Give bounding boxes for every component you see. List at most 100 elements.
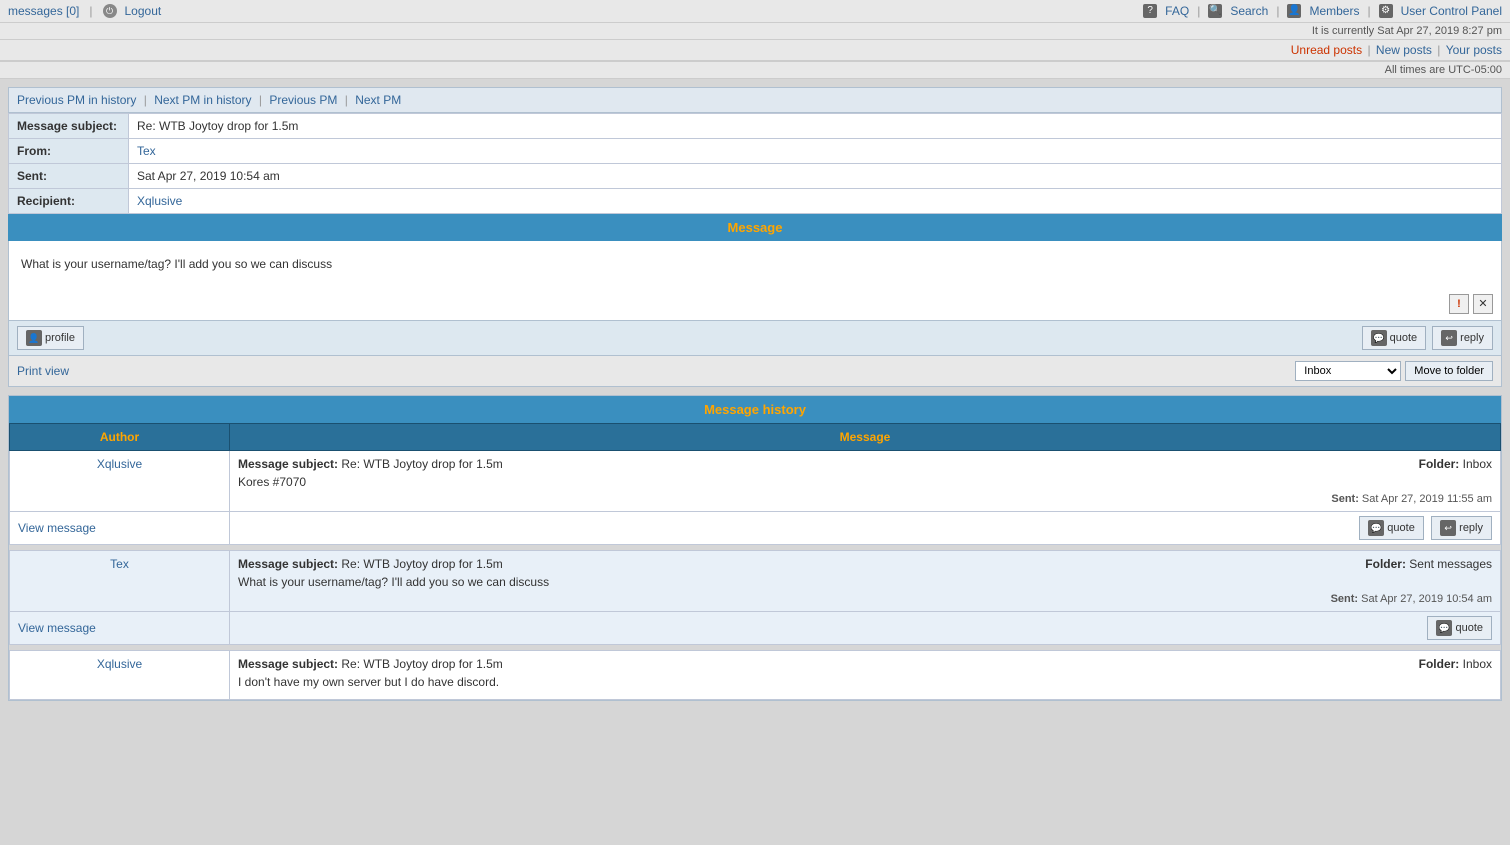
history-msg-body-3: I don't have my own server but I do have…	[238, 675, 1492, 689]
history-msg-subject-3: Message subject: Re: WTB Joytoy drop for…	[238, 657, 1492, 671]
history-action-row-1: View message 💬 quote ↩ reply	[10, 512, 1501, 545]
faq-link[interactable]: FAQ	[1165, 4, 1189, 18]
prev-pm-history-link[interactable]: Previous PM in history	[17, 93, 136, 107]
from-value: Tex	[129, 139, 1502, 164]
col-author-header: Author	[10, 424, 230, 451]
history-view-author-1: View message	[10, 512, 230, 545]
view-message-link-1[interactable]: View message	[18, 521, 96, 535]
recipient-row: Recipient: Xqlusive	[9, 189, 1502, 214]
quote-btn-label: quote	[1390, 332, 1418, 344]
logout-icon: ⏻	[103, 4, 117, 18]
history-msg-2: Message subject: Re: WTB Joytoy drop for…	[230, 551, 1501, 612]
main-content: Previous PM in history | Next PM in hist…	[0, 79, 1510, 709]
history-action-msg-2: 💬 quote	[230, 612, 1501, 645]
sent-row: Sent: Sat Apr 27, 2019 10:54 am	[9, 164, 1502, 189]
from-row: From: Tex	[9, 139, 1502, 164]
history-msg-subject-1: Message subject: Re: WTB Joytoy drop for…	[238, 457, 1492, 471]
history-quote-label-1: quote	[1387, 522, 1415, 534]
message-section-header: Message	[8, 214, 1502, 241]
subject-row: Message subject: Re: WTB Joytoy drop for…	[9, 114, 1502, 139]
history-row-2: Tex Message subject: Re: WTB Joytoy drop…	[10, 551, 1501, 612]
next-pm-link[interactable]: Next PM	[355, 93, 401, 107]
top-bar-right: ? FAQ | 🔍 Search | 👤 Members | ⚙ User Co…	[1143, 4, 1502, 18]
history-tbody: Xqlusive Message subject: Re: WTB Joytoy…	[10, 451, 1501, 700]
unread-posts-link[interactable]: Unread posts	[1291, 43, 1362, 57]
report-icon[interactable]: !	[1449, 294, 1469, 314]
subject-value: Re: WTB Joytoy drop for 1.5m	[129, 114, 1502, 139]
history-author-1: Xqlusive	[10, 451, 230, 512]
new-posts-link[interactable]: New posts	[1376, 43, 1432, 57]
from-label: From:	[9, 139, 129, 164]
sep3: |	[1367, 4, 1370, 18]
messages-link[interactable]: messages [0]	[8, 4, 79, 18]
search-link[interactable]: Search	[1230, 4, 1268, 18]
members-link[interactable]: Members	[1309, 4, 1359, 18]
delete-icon[interactable]: ✕	[1473, 294, 1493, 314]
profile-button[interactable]: 👤 profile	[17, 326, 84, 350]
logout-link[interactable]: Logout	[125, 4, 162, 18]
sent-label: Sent:	[9, 164, 129, 189]
history-quote-label-2: quote	[1455, 622, 1483, 634]
history-section-title: Message history	[704, 402, 806, 417]
quote-button[interactable]: 💬 quote	[1362, 326, 1427, 350]
history-msg-body-2: What is your username/tag? I'll add you …	[238, 575, 1492, 589]
history-author-2: Tex	[10, 551, 230, 612]
sep2: |	[1276, 4, 1279, 18]
message-body: What is your username/tag? I'll add you …	[8, 241, 1502, 321]
history-reply-btn-1[interactable]: ↩ reply	[1431, 516, 1492, 540]
datetime-bar: It is currently Sat Apr 27, 2019 8:27 pm	[0, 23, 1510, 40]
history-msg-sent-2: Sent: Sat Apr 27, 2019 10:54 am	[238, 593, 1492, 605]
history-view-author-2: View message	[10, 612, 230, 645]
pm-nav-sep2: |	[259, 93, 262, 107]
history-section-header: Message history	[9, 396, 1501, 423]
history-row-1: Xqlusive Message subject: Re: WTB Joytoy…	[10, 451, 1501, 512]
history-quote-icon-2: 💬	[1436, 620, 1452, 636]
message-history-section: Message history Author Message Xqlusive	[8, 395, 1502, 701]
from-user-link[interactable]: Tex	[137, 144, 156, 158]
prev-pm-link[interactable]: Previous PM	[269, 93, 337, 107]
sep5: |	[1437, 43, 1443, 57]
history-row-3: Xqlusive Message subject: Re: WTB Joytoy…	[10, 651, 1501, 700]
history-author-3: Xqlusive	[10, 651, 230, 700]
print-view-link[interactable]: Print view	[17, 364, 69, 378]
subject-label: Message subject:	[9, 114, 129, 139]
folder-select[interactable]: Inbox Sent messages Outbox	[1295, 361, 1401, 381]
history-action-msg-1: 💬 quote ↩ reply	[230, 512, 1501, 545]
history-scroll-area[interactable]: Author Message Xqlusive Message subject:…	[9, 423, 1501, 700]
your-posts-link[interactable]: Your posts	[1446, 43, 1502, 57]
reply-button[interactable]: ↩ reply	[1432, 326, 1493, 350]
search-icon: 🔍	[1208, 4, 1222, 18]
message-body-text: What is your username/tag? I'll add you …	[21, 257, 1489, 271]
next-pm-history-link[interactable]: Next PM in history	[154, 93, 251, 107]
history-quote-btn-1[interactable]: 💬 quote	[1359, 516, 1424, 540]
pm-nav: Previous PM in history | Next PM in hist…	[8, 87, 1502, 113]
history-quote-icon-1: 💬	[1368, 520, 1384, 536]
history-author-link-3[interactable]: Xqlusive	[97, 657, 142, 671]
history-msg-sent-1: Sent: Sat Apr 27, 2019 11:55 am	[238, 493, 1492, 505]
profile-btn-label: profile	[45, 332, 75, 344]
recipient-value: Xqlusive	[129, 189, 1502, 214]
history-author-link-1[interactable]: Xqlusive	[97, 457, 142, 471]
recipient-user-link[interactable]: Xqlusive	[137, 194, 182, 208]
history-col-header-row: Author Message	[10, 424, 1501, 451]
move-to-folder-button[interactable]: Move to folder	[1405, 361, 1493, 381]
history-quote-btn-2[interactable]: 💬 quote	[1427, 616, 1492, 640]
history-author-link-2[interactable]: Tex	[110, 557, 129, 571]
history-msg-1: Message subject: Re: WTB Joytoy drop for…	[230, 451, 1501, 512]
message-section-title: Message	[728, 220, 783, 235]
print-folder-row: Print view Inbox Sent messages Outbox Mo…	[8, 356, 1502, 387]
reply-icon: ↩	[1441, 330, 1457, 346]
nav-links-bar: Unread posts | New posts | Your posts	[0, 40, 1510, 62]
profile-btn-wrap: 👤 profile	[17, 326, 84, 350]
view-message-link-2[interactable]: View message	[18, 621, 96, 635]
recipient-label: Recipient:	[9, 189, 129, 214]
history-reply-icon-1: ↩	[1440, 520, 1456, 536]
members-icon: 👤	[1287, 4, 1301, 18]
col-message-header: Message	[230, 424, 1501, 451]
history-table: Author Message Xqlusive Message subject:…	[9, 423, 1501, 700]
timezone-text: All times are UTC-05:00	[1385, 64, 1502, 76]
top-bar: messages [0] | ⏻ Logout ? FAQ | 🔍 Search…	[0, 0, 1510, 23]
history-msg-body-1: Kores #7070	[238, 475, 1492, 489]
separator: |	[89, 4, 92, 18]
ucp-link[interactable]: User Control Panel	[1401, 4, 1502, 18]
